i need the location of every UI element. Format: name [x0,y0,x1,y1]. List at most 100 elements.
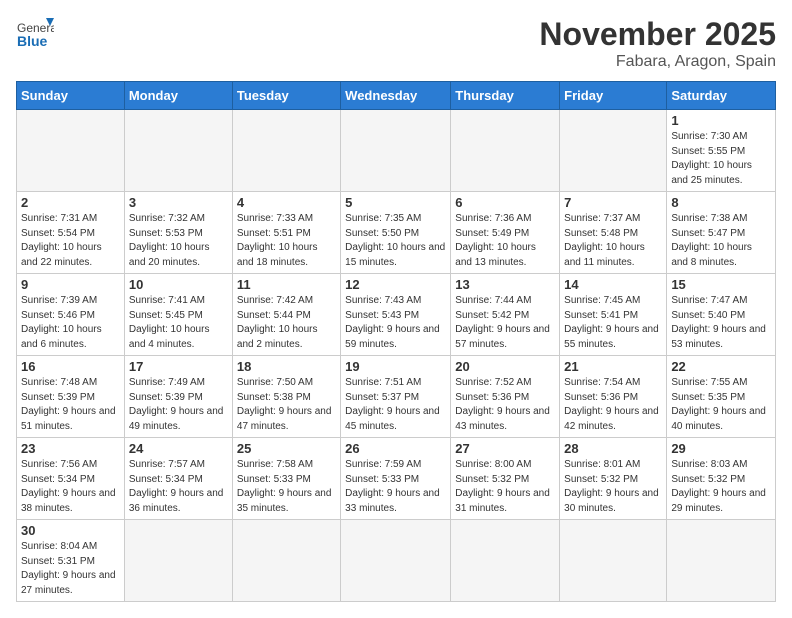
day-number: 22 [671,359,771,374]
svg-text:Blue: Blue [17,33,48,49]
day-info: Sunrise: 7:32 AMSunset: 5:53 PMDaylight:… [129,212,228,270]
day-info: Sunrise: 7:35 AMSunset: 5:50 PMDaylight:… [345,212,446,270]
day-info: Sunrise: 7:51 AMSunset: 5:37 PMDaylight:… [345,376,446,434]
calendar-cell: 13Sunrise: 7:44 AMSunset: 5:42 PMDayligh… [451,274,560,356]
day-number: 19 [345,359,446,374]
calendar-row: 16Sunrise: 7:48 AMSunset: 5:39 PMDayligh… [17,356,776,438]
page-header: General Blue November 2025 Fabara, Arago… [16,16,776,71]
day-info: Sunrise: 7:30 AMSunset: 5:55 PMDaylight:… [671,130,771,188]
calendar-cell: 27 Sunrise: 8:00 AMSunset: 5:32 PMDayligh… [451,438,560,520]
day-info: Sunrise: 7:55 AMSunset: 5:35 PMDaylight:… [671,376,771,434]
title-block: November 2025 Fabara, Aragon, Spain [539,16,776,71]
day-number: 27 [455,441,555,456]
day-number: 12 [345,277,446,292]
calendar-cell: 22 Sunrise: 7:55 AMSunset: 5:35 PMDayligh… [667,356,776,438]
day-info: Sunrise: 8:01 AMSunset: 5:32 PMDaylight:… [564,458,662,516]
calendar-cell: 16Sunrise: 7:48 AMSunset: 5:39 PMDayligh… [17,356,125,438]
header-friday: Friday [560,82,667,110]
calendar-cell: 5 Sunrise: 7:35 AMSunset: 5:50 PMDaylight… [341,192,451,274]
day-number: 20 [455,359,555,374]
day-number: 15 [671,277,771,292]
calendar-cell: 2 Sunrise: 7:31 AMSunset: 5:54 PMDaylight… [17,192,125,274]
calendar-row: 30 Sunrise: 8:04 AMSunset: 5:31 PMDayligh… [17,520,776,602]
day-info: Sunrise: 7:47 AMSunset: 5:40 PMDaylight:… [671,294,771,352]
location-title: Fabara, Aragon, Spain [539,53,776,71]
day-info: Sunrise: 8:00 AMSunset: 5:32 PMDaylight:… [455,458,555,516]
day-number: 8 [671,195,771,210]
calendar-cell [124,520,232,602]
calendar-cell: 26 Sunrise: 7:59 AMSunset: 5:33 PMDayligh… [341,438,451,520]
calendar-cell [124,110,232,192]
calendar-cell: 1 Sunrise: 7:30 AMSunset: 5:55 PMDaylight… [667,110,776,192]
calendar-cell: 8 Sunrise: 7:38 AMSunset: 5:47 PMDaylight… [667,192,776,274]
calendar-cell: 20 Sunrise: 7:52 AMSunset: 5:36 PMDayligh… [451,356,560,438]
calendar-cell: 6Sunrise: 7:36 AMSunset: 5:49 PMDaylight… [451,192,560,274]
day-number: 3 [129,195,228,210]
header-thursday: Thursday [451,82,560,110]
day-number: 16 [21,359,120,374]
calendar-cell: 3 Sunrise: 7:32 AMSunset: 5:53 PMDaylight… [124,192,232,274]
calendar-cell: 7 Sunrise: 7:37 AMSunset: 5:48 PMDaylight… [560,192,667,274]
calendar-cell: 14 Sunrise: 7:45 AMSunset: 5:41 PMDayligh… [560,274,667,356]
calendar-cell [667,520,776,602]
month-title: November 2025 [539,16,776,53]
day-number: 28 [564,441,662,456]
day-info: Sunrise: 7:59 AMSunset: 5:33 PMDaylight:… [345,458,446,516]
calendar-cell [232,520,340,602]
calendar-cell [341,110,451,192]
day-number: 30 [21,523,120,538]
day-info: Sunrise: 8:03 AMSunset: 5:32 PMDaylight:… [671,458,771,516]
day-info: Sunrise: 7:37 AMSunset: 5:48 PMDaylight:… [564,212,662,270]
calendar-cell: 17Sunrise: 7:49 AMSunset: 5:39 PMDayligh… [124,356,232,438]
day-info: Sunrise: 7:38 AMSunset: 5:47 PMDaylight:… [671,212,771,270]
logo-svg: General Blue [16,16,54,54]
logo: General Blue [16,16,54,54]
day-info: Sunrise: 7:44 AMSunset: 5:42 PMDaylight:… [455,294,555,352]
day-number: 5 [345,195,446,210]
calendar-cell: 23Sunrise: 7:56 AMSunset: 5:34 PMDayligh… [17,438,125,520]
day-number: 10 [129,277,228,292]
calendar-cell: 30 Sunrise: 8:04 AMSunset: 5:31 PMDayligh… [17,520,125,602]
day-info: Sunrise: 7:52 AMSunset: 5:36 PMDaylight:… [455,376,555,434]
day-info: Sunrise: 7:39 AMSunset: 5:46 PMDaylight:… [21,294,120,352]
header-monday: Monday [124,82,232,110]
day-info: Sunrise: 7:36 AMSunset: 5:49 PMDaylight:… [455,212,555,270]
day-number: 2 [21,195,120,210]
day-info: Sunrise: 7:31 AMSunset: 5:54 PMDaylight:… [21,212,120,270]
day-number: 7 [564,195,662,210]
day-number: 14 [564,277,662,292]
day-info: Sunrise: 7:57 AMSunset: 5:34 PMDaylight:… [129,458,228,516]
day-number: 25 [237,441,336,456]
calendar-cell: 24 Sunrise: 7:57 AMSunset: 5:34 PMDayligh… [124,438,232,520]
calendar-row: 9Sunrise: 7:39 AMSunset: 5:46 PMDaylight… [17,274,776,356]
calendar-cell [341,520,451,602]
calendar-cell [560,110,667,192]
day-info: Sunrise: 7:58 AMSunset: 5:33 PMDaylight:… [237,458,336,516]
header-sunday: Sunday [17,82,125,110]
calendar-cell [451,110,560,192]
day-number: 23 [21,441,120,456]
day-number: 17 [129,359,228,374]
header-tuesday: Tuesday [232,82,340,110]
calendar-row: 2 Sunrise: 7:31 AMSunset: 5:54 PMDaylight… [17,192,776,274]
weekday-header-row: Sunday Monday Tuesday Wednesday Thursday… [17,82,776,110]
day-info: Sunrise: 7:50 AMSunset: 5:38 PMDaylight:… [237,376,336,434]
day-info: Sunrise: 7:45 AMSunset: 5:41 PMDaylight:… [564,294,662,352]
calendar-cell: 18Sunrise: 7:50 AMSunset: 5:38 PMDayligh… [232,356,340,438]
day-info: Sunrise: 8:04 AMSunset: 5:31 PMDaylight:… [21,540,120,598]
day-number: 24 [129,441,228,456]
calendar-cell: 4Sunrise: 7:33 AMSunset: 5:51 PMDaylight… [232,192,340,274]
calendar-cell: 19 Sunrise: 7:51 AMSunset: 5:37 PMDayligh… [341,356,451,438]
day-info: Sunrise: 7:54 AMSunset: 5:36 PMDaylight:… [564,376,662,434]
header-wednesday: Wednesday [341,82,451,110]
day-number: 26 [345,441,446,456]
calendar-cell [232,110,340,192]
calendar-cell: 25 Sunrise: 7:58 AMSunset: 5:33 PMDayligh… [232,438,340,520]
day-number: 21 [564,359,662,374]
day-number: 1 [671,113,771,128]
calendar-cell: 15 Sunrise: 7:47 AMSunset: 5:40 PMDayligh… [667,274,776,356]
calendar-cell: 21 Sunrise: 7:54 AMSunset: 5:36 PMDayligh… [560,356,667,438]
calendar-cell: 12Sunrise: 7:43 AMSunset: 5:43 PMDayligh… [341,274,451,356]
calendar-cell [560,520,667,602]
day-number: 4 [237,195,336,210]
